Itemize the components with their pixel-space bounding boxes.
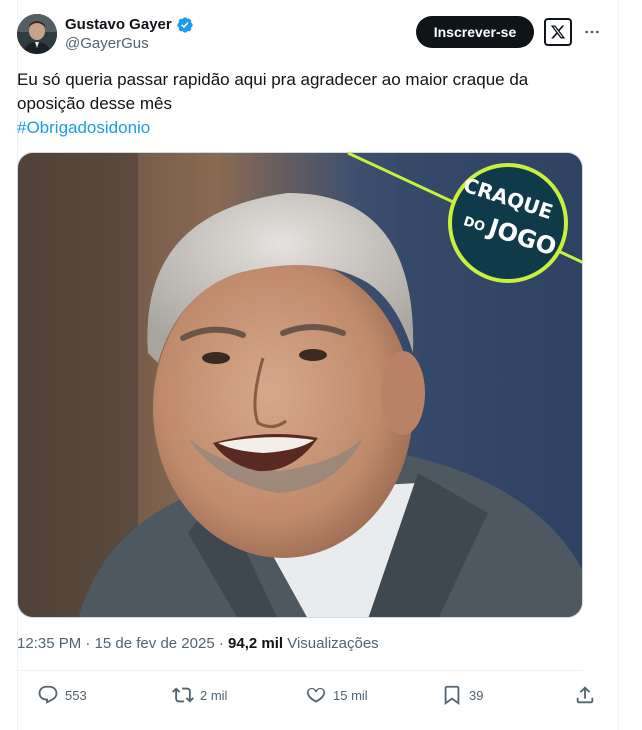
bookmark-button[interactable]: 39 (441, 682, 483, 708)
tweet-media[interactable]: CRAQUE DO JOGO (17, 152, 583, 618)
tweet-time[interactable]: 12:35 PM (17, 635, 81, 652)
tweet-date[interactable]: 15 de fev de 2025 (95, 635, 215, 652)
tweet-text: Eu só queria passar rapidão aqui pra agr… (17, 68, 577, 140)
retweet-count: 2 mil (200, 687, 228, 703)
tweet-body: Eu só queria passar rapidão aqui pra agr… (17, 70, 529, 113)
retweet-icon (172, 687, 194, 703)
tweet-meta: 12:35 PM · 15 de fev de 2025 · 94,2 mil … (17, 634, 379, 654)
meta-separator: · (85, 635, 91, 652)
media-photo: CRAQUE DO JOGO (18, 153, 582, 617)
author-block[interactable]: Gustavo Gayer @GayerGus (65, 15, 194, 54)
author-name[interactable]: Gustavo Gayer (65, 15, 172, 34)
like-count: 15 mil (333, 687, 368, 703)
bookmark-icon (444, 685, 460, 706)
avatar[interactable] (17, 14, 57, 54)
views-count: 94,2 mil (228, 635, 284, 652)
meta-separator-2: · (218, 635, 224, 652)
craque-do-jogo-badge: CRAQUE DO JOGO (448, 163, 568, 283)
like-icon (307, 687, 325, 703)
subscribe-button[interactable]: Inscrever-se (416, 16, 534, 48)
retweet-button[interactable]: 2 mil (172, 682, 227, 708)
x-logo-icon[interactable] (544, 18, 572, 46)
reply-button[interactable]: 553 (37, 682, 87, 708)
verified-badge-icon (176, 16, 194, 34)
reply-count: 553 (65, 687, 87, 703)
like-button[interactable]: 15 mil (305, 682, 368, 708)
more-icon[interactable] (580, 20, 604, 44)
share-button[interactable] (574, 682, 596, 708)
divider (17, 670, 583, 671)
views-label: Visualizações (287, 635, 379, 652)
share-icon (576, 686, 594, 704)
author-handle[interactable]: @GayerGus (65, 34, 194, 54)
action-bar: 553 2 mil 15 mil 39 (17, 682, 594, 708)
tweet-header: Gustavo Gayer @GayerGus Inscrever-se (17, 12, 599, 56)
reply-icon (38, 685, 58, 704)
bookmark-count: 39 (469, 687, 484, 703)
hashtag-link[interactable]: #Obrigadosidonio (17, 116, 577, 140)
